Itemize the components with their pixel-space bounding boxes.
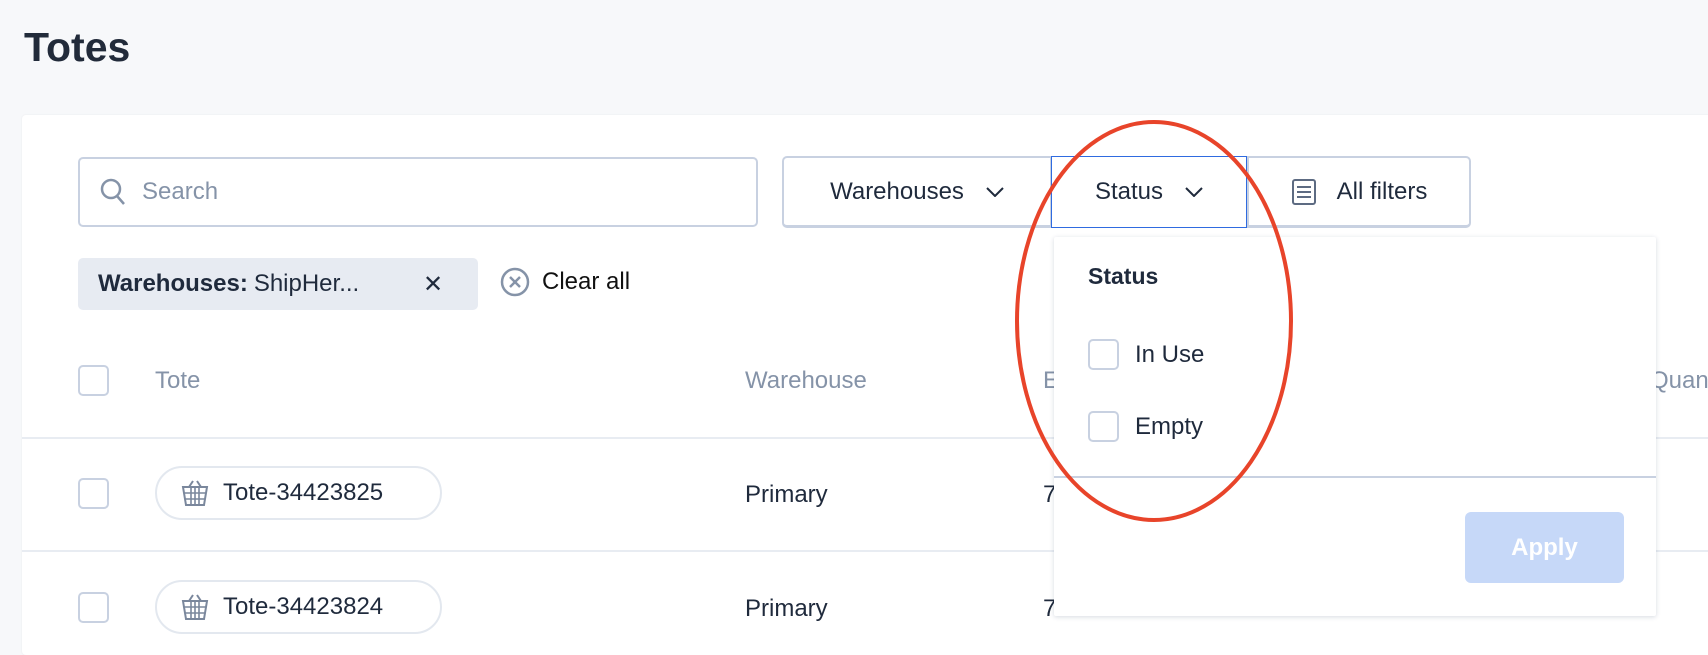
warehouse-filter-chip: Warehouses: ShipHer... ✕ — [78, 258, 478, 310]
page-title: Totes — [24, 24, 131, 70]
chip-key: Warehouses: — [98, 270, 248, 297]
close-icon[interactable]: ✕ — [423, 270, 443, 299]
chevron-down-icon — [986, 186, 1004, 197]
basket-icon — [181, 594, 209, 620]
tote-id: Tote-34423825 — [223, 479, 384, 506]
column-header-quantity[interactable]: Quan — [1650, 367, 1708, 395]
basket-icon — [181, 480, 209, 506]
chip-value: ShipHer... — [253, 270, 360, 297]
clear-all-label: Clear all — [542, 268, 631, 295]
annotation-ellipse — [1015, 120, 1293, 522]
row-checkbox[interactable] — [78, 592, 109, 623]
tote-pill[interactable]: Tote-34423824 — [155, 580, 442, 634]
tote-id: Tote-34423824 — [223, 593, 384, 620]
clear-all-button[interactable]: Clear all — [500, 267, 630, 297]
select-all-checkbox[interactable] — [78, 365, 109, 396]
warehouses-filter-button[interactable]: Warehouses — [782, 156, 1052, 228]
search-icon — [100, 178, 125, 205]
apply-button[interactable]: Apply — [1465, 512, 1624, 583]
column-header-warehouse[interactable]: Warehouse — [745, 367, 867, 395]
clear-circle-icon — [500, 267, 530, 297]
warehouse-cell: Primary — [745, 595, 828, 622]
search-input[interactable]: Search — [78, 157, 758, 227]
column-header-tote[interactable]: Tote — [155, 367, 200, 395]
warehouses-label: Warehouses — [830, 177, 964, 205]
warehouse-cell: Primary — [745, 481, 828, 508]
tote-pill[interactable]: Tote-34423825 — [155, 466, 442, 520]
search-placeholder: Search — [142, 178, 219, 205]
row-checkbox[interactable] — [78, 478, 109, 509]
all-filters-label: All filters — [1336, 177, 1428, 205]
